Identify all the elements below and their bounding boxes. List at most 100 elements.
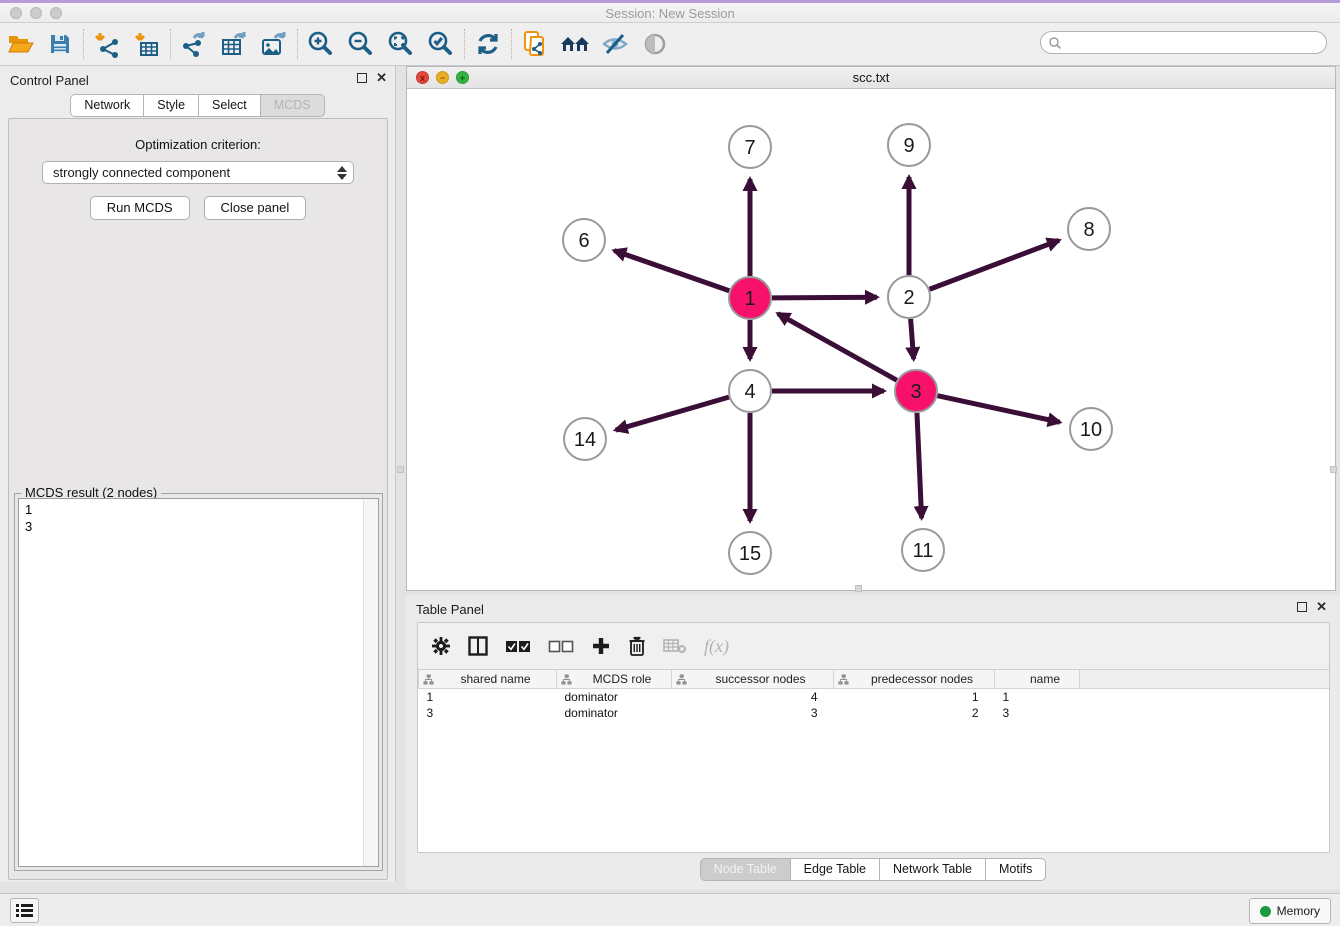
graph-edge-1-2[interactable] <box>772 297 877 298</box>
tab-network-table[interactable]: Network Table <box>880 858 986 881</box>
mcds-result-groupbox: MCDS result (2 nodes) 1 3 <box>14 493 383 871</box>
network-window: x − + scc.txt 7 9 6 8 1 2 4 3 14 10 15 11 <box>406 66 1336 591</box>
import-network-icon[interactable] <box>87 27 127 61</box>
table-cell[interactable]: 3 <box>672 705 834 721</box>
graph-node-9[interactable]: 9 <box>888 124 930 166</box>
graph-node-6[interactable]: 6 <box>563 219 605 261</box>
select-stepper-icon <box>337 165 347 181</box>
zoom-in-icon[interactable] <box>301 27 341 61</box>
node-table: shared nameMCDS rolesuccessor nodesprede… <box>418 669 1329 721</box>
table-cell[interactable]: dominator <box>557 705 672 721</box>
float-table-panel-icon[interactable] <box>1297 602 1307 612</box>
tab-node-table[interactable]: Node Table <box>700 858 791 881</box>
memory-status-icon <box>1260 906 1271 917</box>
close-table-panel-icon[interactable]: ✕ <box>1316 602 1327 612</box>
svg-text:10: 10 <box>1080 419 1102 441</box>
export-network-icon[interactable] <box>174 27 214 61</box>
open-folder-icon[interactable] <box>0 27 40 61</box>
graph-node-1[interactable]: 1 <box>729 277 771 319</box>
close-panel-button[interactable]: Close panel <box>204 196 307 220</box>
canvas-v-scroll-handle[interactable] <box>1330 466 1337 473</box>
graph-edge-4-14[interactable] <box>616 397 729 430</box>
mcds-result-area[interactable]: 1 3 <box>18 498 379 867</box>
memory-button[interactable]: Memory <box>1249 898 1331 924</box>
create-column-plus-icon[interactable] <box>591 636 611 656</box>
canvas-h-scroll-handle[interactable] <box>855 585 862 592</box>
graph-node-8[interactable]: 8 <box>1068 208 1110 250</box>
select-all-rows-icon[interactable] <box>505 640 531 653</box>
graph-edge-1-6[interactable] <box>614 251 729 291</box>
graph-node-4[interactable]: 4 <box>729 370 771 412</box>
export-image-icon[interactable] <box>254 27 294 61</box>
graph-node-3[interactable]: 3 <box>895 370 937 412</box>
table-cell[interactable]: 3 <box>995 705 1080 721</box>
list-icon <box>16 903 33 918</box>
birds-eye-view-icon[interactable] <box>635 27 675 61</box>
delete-column-trash-icon[interactable] <box>628 636 646 657</box>
table-cell[interactable]: dominator <box>557 689 672 705</box>
tab-edge-table[interactable]: Edge Table <box>791 858 880 881</box>
apply-layout-icon[interactable] <box>468 27 508 61</box>
network-titlebar[interactable]: x − + scc.txt <box>407 67 1335 89</box>
save-session-icon[interactable] <box>40 27 80 61</box>
table-tabbar: Node TableEdge TableNetwork TableMotifs <box>406 858 1340 881</box>
float-panel-icon[interactable] <box>357 73 367 83</box>
splitpane-handle[interactable] <box>397 466 404 473</box>
column-header-name[interactable]: name <box>995 670 1080 689</box>
first-neighbors-icon[interactable] <box>555 27 595 61</box>
graph-edge-3-1[interactable] <box>778 314 897 381</box>
delete-table-icon[interactable] <box>663 638 687 654</box>
tab-network[interactable]: Network <box>70 94 144 117</box>
close-panel-icon[interactable]: ✕ <box>376 73 387 83</box>
memory-label: Memory <box>1277 904 1320 918</box>
network-canvas[interactable]: 7 9 6 8 1 2 4 3 14 10 15 11 <box>407 89 1335 590</box>
result-scrollbar[interactable] <box>363 499 378 866</box>
table-row[interactable]: 3dominator323 <box>419 705 1330 721</box>
graph-edge-2-8[interactable] <box>930 240 1059 289</box>
clone-network-icon[interactable] <box>515 27 555 61</box>
graph-edge-2-3[interactable] <box>911 319 914 359</box>
tab-select[interactable]: Select <box>199 94 261 117</box>
table-cell[interactable]: 1 <box>419 689 557 705</box>
graph-node-14[interactable]: 14 <box>564 418 606 460</box>
tab-style[interactable]: Style <box>144 94 199 117</box>
toolbar-separator <box>170 29 171 59</box>
tab-motifs[interactable]: Motifs <box>986 858 1046 881</box>
column-header-successor-nodes[interactable]: successor nodes <box>672 670 834 689</box>
column-header-predecessor-nodes[interactable]: predecessor nodes <box>834 670 995 689</box>
deselect-all-rows-icon[interactable] <box>548 640 574 653</box>
graph-edge-3-10[interactable] <box>937 396 1059 423</box>
tab-mcds[interactable]: MCDS <box>261 94 325 117</box>
table-cell[interactable]: 4 <box>672 689 834 705</box>
graph-node-7[interactable]: 7 <box>729 126 771 168</box>
table-cell[interactable]: 3 <box>419 705 557 721</box>
column-header-empty <box>1080 670 1330 689</box>
import-table-icon[interactable] <box>127 27 167 61</box>
task-history-button[interactable] <box>10 898 39 923</box>
zoom-out-icon[interactable] <box>341 27 381 61</box>
optimization-criterion-select[interactable]: strongly connected component <box>42 161 354 184</box>
column-header-shared-name[interactable]: shared name <box>419 670 557 689</box>
graph-node-2[interactable]: 2 <box>888 276 930 318</box>
export-table-icon[interactable] <box>214 27 254 61</box>
table-cell[interactable]: 1 <box>995 689 1080 705</box>
table-cell[interactable]: 2 <box>834 705 995 721</box>
show-columns-icon[interactable] <box>468 636 488 656</box>
search-box <box>1040 31 1327 54</box>
svg-text:9: 9 <box>903 135 914 157</box>
hide-graphics-details-icon[interactable] <box>595 27 635 61</box>
table-row[interactable]: 1dominator411 <box>419 689 1330 705</box>
search-input[interactable] <box>1062 34 1326 52</box>
graph-node-11[interactable]: 11 <box>902 529 944 571</box>
graph-node-15[interactable]: 15 <box>729 532 771 574</box>
function-builder-icon[interactable]: f(x) <box>704 636 729 657</box>
graph-edge-3-11[interactable] <box>917 413 922 518</box>
zoom-fit-icon[interactable] <box>381 27 421 61</box>
table-cell[interactable]: 1 <box>834 689 995 705</box>
graph-node-10[interactable]: 10 <box>1070 408 1112 450</box>
table-settings-gear-icon[interactable] <box>431 636 451 656</box>
toolbar-separator <box>511 29 512 59</box>
column-header-mcds-role[interactable]: MCDS role <box>557 670 672 689</box>
run-mcds-button[interactable]: Run MCDS <box>90 196 190 220</box>
zoom-selected-icon[interactable] <box>421 27 461 61</box>
